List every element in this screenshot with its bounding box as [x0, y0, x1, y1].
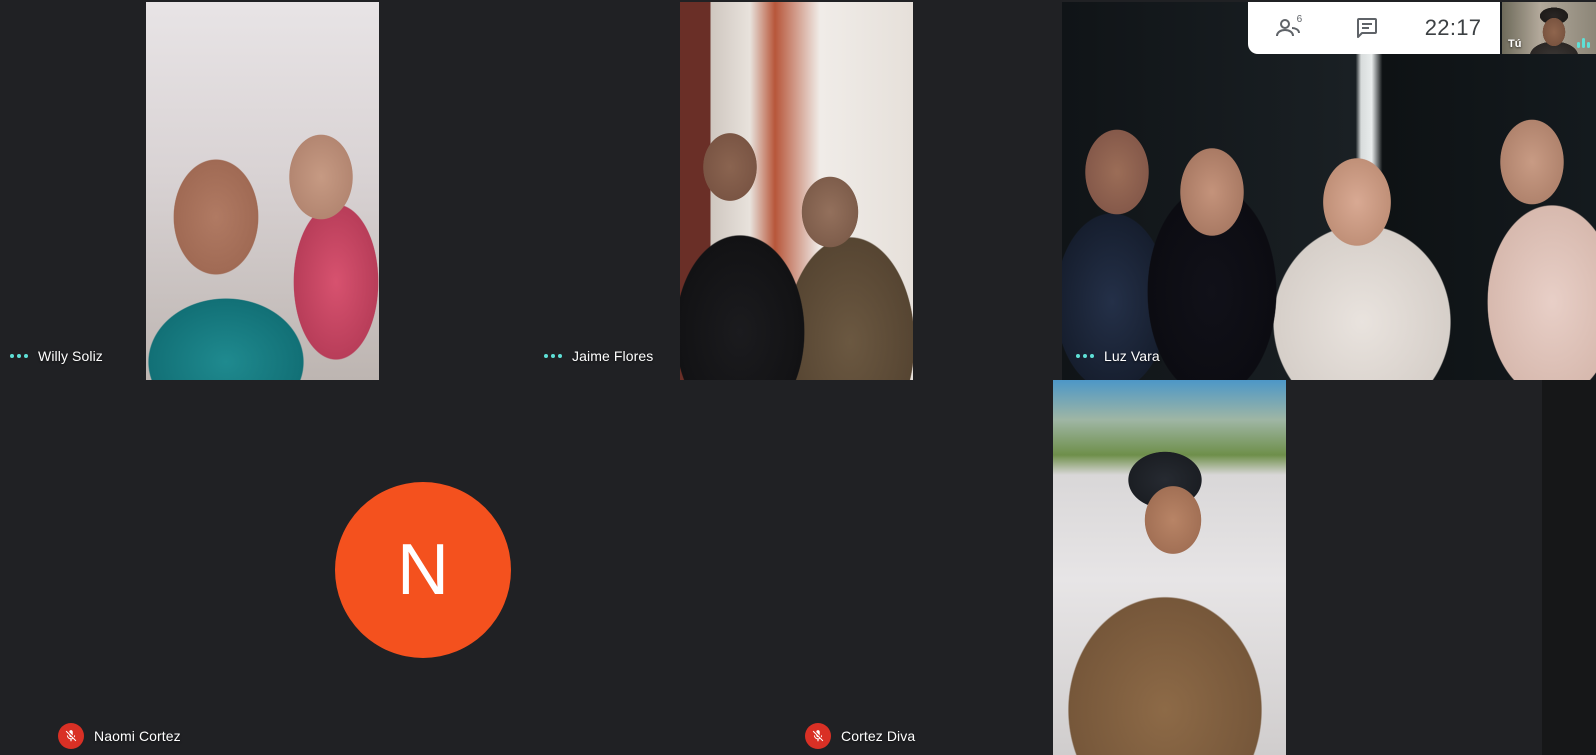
speaking-indicator-icon — [10, 354, 28, 358]
participant-tile-jaime-flores[interactable]: Jaime Flores — [540, 0, 1062, 380]
speaking-indicator-icon — [1076, 354, 1094, 358]
self-view-tile[interactable]: Tú — [1502, 2, 1596, 54]
meeting-stage: Willy Soliz Jaime Flores Luz Vara Naomi … — [0, 0, 1596, 755]
mic-off-icon — [805, 723, 831, 749]
participant-tile-cortez-diva[interactable]: Cortez Diva — [795, 380, 1542, 755]
participant-name-label: Naomi Cortez — [58, 723, 181, 749]
participant-video — [146, 2, 379, 380]
mic-off-icon — [58, 723, 84, 749]
participant-video — [1053, 380, 1286, 755]
participant-video — [680, 2, 913, 380]
participant-count: 6 — [1296, 14, 1303, 25]
participant-name: Jaime Flores — [572, 348, 654, 364]
participant-name-label: Jaime Flores — [544, 348, 653, 364]
edge-strip — [1542, 380, 1596, 755]
meeting-toolbar: 6 22:17 — [1248, 2, 1500, 54]
speaking-indicator-icon — [544, 354, 562, 358]
meeting-clock: 22:17 — [1424, 15, 1482, 40]
participant-video — [1062, 2, 1596, 380]
chat-button[interactable] — [1347, 8, 1387, 48]
participant-name-label: Luz Vara — [1076, 348, 1160, 364]
chat-icon — [1357, 18, 1378, 38]
self-view-label: Tú — [1508, 38, 1522, 50]
participant-name: Luz Vara — [1104, 348, 1160, 364]
participant-tile-luz-vara[interactable]: Luz Vara — [1062, 0, 1596, 380]
participant-name: Willy Soliz — [38, 348, 103, 364]
participant-tile-willy-soliz[interactable]: Willy Soliz — [0, 0, 540, 380]
participant-name-label: Cortez Diva — [805, 723, 915, 749]
audio-level-icon — [1577, 38, 1590, 48]
participant-name: Cortez Diva — [841, 728, 916, 744]
participant-avatar: N — [335, 482, 511, 658]
participant-name-label: Willy Soliz — [10, 348, 103, 364]
participants-button[interactable]: 6 — [1267, 8, 1311, 48]
participant-name: Naomi Cortez — [94, 728, 181, 744]
